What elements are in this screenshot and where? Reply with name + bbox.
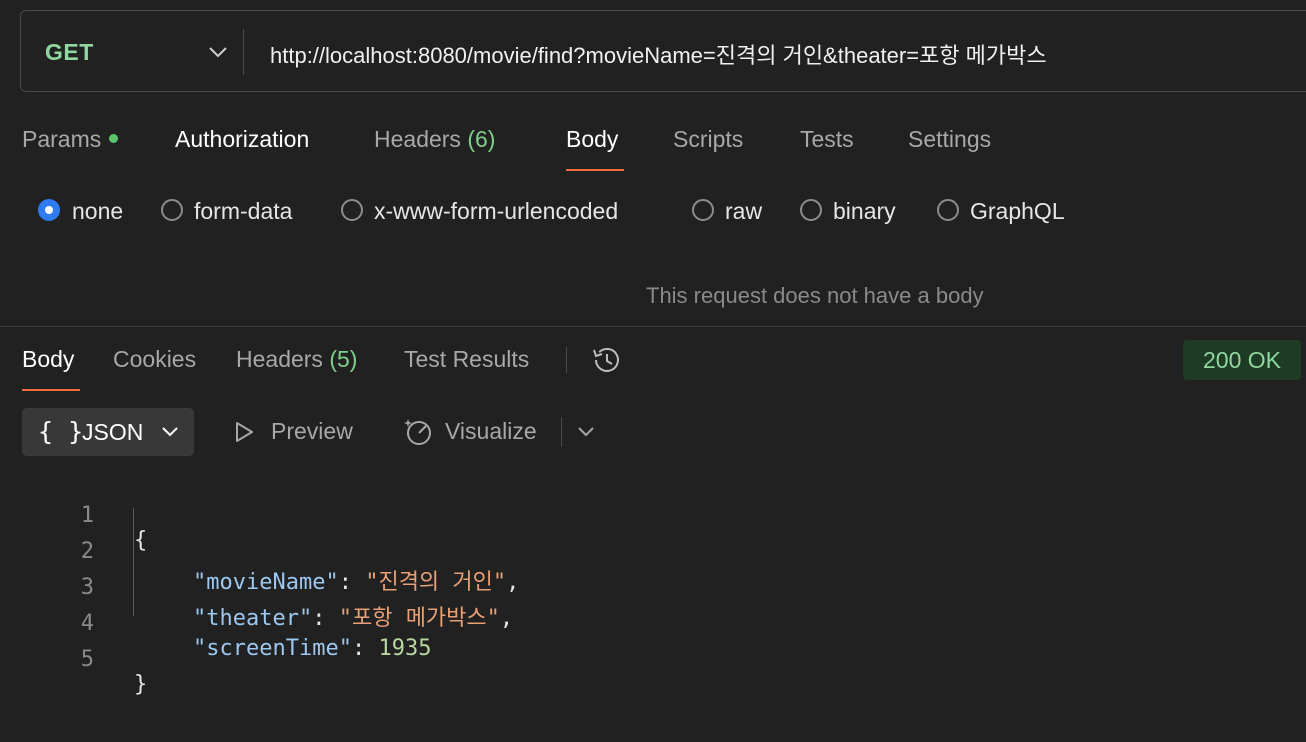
tab-headers-count: (6) bbox=[467, 126, 496, 152]
json-close-brace: } bbox=[134, 672, 148, 697]
braces-icon: { } bbox=[38, 417, 84, 446]
visualize-divider bbox=[561, 417, 562, 447]
tab-params[interactable]: Params bbox=[22, 126, 119, 153]
no-body-message: This request does not have a body bbox=[646, 283, 984, 308]
json-open-brace: { bbox=[134, 528, 148, 553]
radio-none[interactable] bbox=[38, 199, 60, 221]
line-number: 5 bbox=[80, 647, 94, 672]
json-key: "theater" bbox=[193, 606, 313, 631]
json-key: "movieName" bbox=[193, 570, 339, 595]
json-value: "포항 메가박스" bbox=[338, 606, 500, 631]
response-tab-test-results[interactable]: Test Results bbox=[404, 346, 529, 373]
json-field: "movieName": "진격의 거인", bbox=[193, 570, 520, 595]
radio-graphql-label[interactable]: GraphQL bbox=[970, 198, 1065, 225]
radio-graphql[interactable] bbox=[937, 199, 959, 221]
response-active-tab-underline bbox=[22, 389, 80, 391]
url-divider bbox=[243, 29, 244, 75]
code-line: 3 "theater": "포항 메가박스", bbox=[0, 550, 513, 631]
response-format-label: JSON bbox=[82, 419, 144, 445]
radio-raw-label[interactable]: raw bbox=[725, 198, 762, 225]
toolbar-divider bbox=[566, 347, 567, 373]
chevron-down-icon[interactable] bbox=[576, 424, 596, 440]
tab-tests[interactable]: Tests bbox=[800, 126, 854, 153]
response-tab-cookies[interactable]: Cookies bbox=[113, 346, 196, 373]
url-bar: GET http://localhost:8080/movie/find?mov… bbox=[20, 10, 1306, 92]
response-tab-headers-count: (5) bbox=[329, 346, 358, 372]
code-line: 1 { bbox=[0, 478, 148, 553]
visualize-button[interactable]: Visualize bbox=[445, 418, 537, 445]
code-line: 4 "screenTime": 1935 bbox=[0, 586, 432, 661]
tab-headers[interactable]: Headers (6) bbox=[374, 126, 495, 153]
tab-authorization[interactable]: Authorization bbox=[175, 126, 309, 153]
tab-params-label: Params bbox=[22, 126, 102, 152]
code-line: 2 "movieName": "진격의 거인", bbox=[0, 514, 520, 595]
response-tab-body[interactable]: Body bbox=[22, 346, 74, 373]
indent-guide bbox=[133, 508, 134, 616]
history-icon[interactable] bbox=[590, 343, 624, 377]
chevron-down-icon bbox=[162, 427, 178, 437]
url-input[interactable]: http://localhost:8080/movie/find?movieNa… bbox=[270, 38, 1047, 70]
radio-form-data-label[interactable]: form-data bbox=[194, 198, 292, 225]
json-field: "theater": "포항 메가박스", bbox=[193, 606, 514, 631]
radio-binary[interactable] bbox=[800, 199, 822, 221]
tab-body[interactable]: Body bbox=[566, 126, 618, 153]
radio-urlencoded-label[interactable]: x-www-form-urlencoded bbox=[374, 198, 618, 225]
request-response-divider[interactable] bbox=[0, 326, 1306, 327]
chevron-down-icon[interactable] bbox=[207, 43, 229, 61]
radio-none-label[interactable]: none bbox=[72, 198, 123, 225]
tab-settings[interactable]: Settings bbox=[908, 126, 991, 153]
response-format-select[interactable]: { } JSON bbox=[22, 408, 194, 456]
radio-urlencoded[interactable] bbox=[341, 199, 363, 221]
code-line: 5 } bbox=[0, 622, 148, 697]
radio-form-data[interactable] bbox=[161, 199, 183, 221]
json-field: "screenTime": 1935 bbox=[193, 636, 432, 661]
visualize-icon[interactable] bbox=[402, 416, 434, 448]
response-tab-headers-label: Headers bbox=[236, 346, 323, 372]
radio-binary-label[interactable]: binary bbox=[833, 198, 896, 225]
json-value: "진격의 거인" bbox=[365, 570, 507, 595]
status-badge[interactable]: 200 OK bbox=[1183, 340, 1301, 380]
params-indicator-dot bbox=[109, 134, 119, 143]
play-icon[interactable] bbox=[232, 420, 256, 444]
json-key: "screenTime" bbox=[193, 636, 352, 661]
tab-scripts[interactable]: Scripts bbox=[673, 126, 743, 153]
method-selector[interactable]: GET bbox=[45, 39, 94, 66]
radio-raw[interactable] bbox=[692, 199, 714, 221]
response-tab-headers[interactable]: Headers (5) bbox=[236, 346, 357, 373]
preview-button[interactable]: Preview bbox=[271, 418, 353, 445]
active-tab-underline bbox=[566, 169, 624, 171]
tab-headers-label: Headers bbox=[374, 126, 461, 152]
json-value: 1935 bbox=[378, 636, 432, 661]
